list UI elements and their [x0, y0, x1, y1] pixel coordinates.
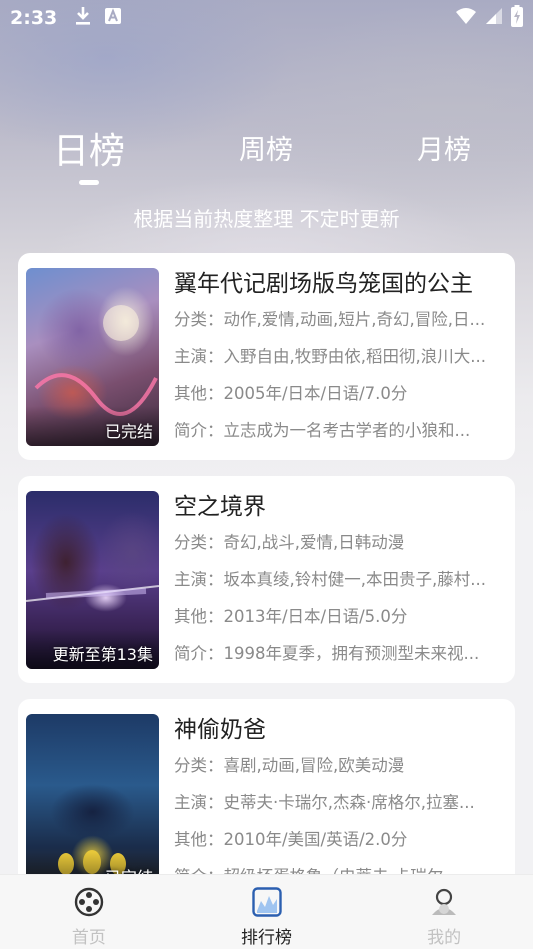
item-category: 分类：动作,爱情,动画,短片,奇幻,冒险,日... — [174, 310, 486, 329]
ranking-tabs: 日榜 周榜 月榜 — [0, 128, 533, 188]
poster-image[interactable]: 已完结 — [26, 714, 159, 892]
signal-icon — [485, 7, 503, 29]
item-cast: 主演：坂本真绫,铃村健一,本田贵子,藤村... — [174, 570, 486, 589]
download-icon — [75, 6, 91, 30]
item-category: 分类：奇幻,战斗,爱情,日韩动漫 — [174, 533, 405, 552]
nav-mine-label: 我的 — [427, 928, 462, 948]
nav-ranking-label: 排行榜 — [241, 928, 292, 948]
item-title[interactable]: 神偷奶爸 — [174, 713, 506, 747]
item-title[interactable]: 翼年代记剧场版鸟笼国的公主 — [174, 267, 506, 301]
poster-image[interactable]: 已完结 — [26, 268, 159, 446]
item-cast: 主演：史蒂夫·卡瑞尔,杰森·席格尔,拉塞... — [174, 793, 475, 812]
nav-home[interactable]: 首页 — [0, 875, 178, 949]
item-other: 其他：2010年/美国/英语/2.0分 — [174, 830, 408, 849]
poster-image[interactable]: 更新至第13集 — [26, 491, 159, 669]
list-item[interactable]: 更新至第13集 空之境界 分类：奇幻,战斗,爱情,日韩动漫 主演：坂本真绫,铃村… — [18, 476, 515, 683]
battery-charging-icon — [511, 5, 523, 31]
tab-daily[interactable]: 日榜 — [53, 122, 125, 174]
nav-mine[interactable]: 我的 — [355, 875, 533, 949]
item-intro: 简介：1998年夏季，拥有预测型未来视... — [174, 644, 480, 663]
item-category: 分类：喜剧,动画,冒险,欧美动漫 — [174, 756, 405, 775]
nav-ranking[interactable]: 排行榜 — [178, 875, 356, 949]
chart-icon — [251, 887, 282, 921]
tab-weekly[interactable]: 周榜 — [239, 128, 293, 167]
a-icon — [105, 8, 122, 28]
status-badge: 更新至第13集 — [52, 645, 153, 664]
status-time: 2:33 — [10, 7, 58, 29]
profile-icon — [429, 887, 459, 921]
tab-monthly[interactable]: 月榜 — [417, 128, 471, 167]
ranking-list: 已完结 翼年代记剧场版鸟笼国的公主 分类：动作,爱情,动画,短片,奇幻,冒险,日… — [18, 253, 515, 922]
item-other: 其他：2005年/日本/日语/7.0分 — [174, 384, 408, 403]
item-other: 其他：2013年/日本/日语/5.0分 — [174, 607, 408, 626]
bottom-nav: 首页 排行榜 我的 — [0, 874, 533, 949]
status-bar: 2:33 — [0, 0, 533, 36]
status-badge: 已完结 — [104, 422, 153, 441]
film-reel-icon — [74, 887, 104, 921]
tab-indicator — [79, 180, 99, 185]
nav-home-label: 首页 — [71, 928, 106, 948]
item-cast: 主演：入野自由,牧野由依,稻田彻,浪川大... — [174, 347, 486, 366]
list-item[interactable]: 已完结 翼年代记剧场版鸟笼国的公主 分类：动作,爱情,动画,短片,奇幻,冒险,日… — [18, 253, 515, 460]
item-intro: 简介：立志成为一名考古学者的小狼和... — [174, 421, 471, 440]
item-title[interactable]: 空之境界 — [174, 490, 506, 524]
ranking-subtitle: 根据当前热度整理 不定时更新 — [133, 207, 400, 231]
wifi-icon — [455, 7, 477, 29]
